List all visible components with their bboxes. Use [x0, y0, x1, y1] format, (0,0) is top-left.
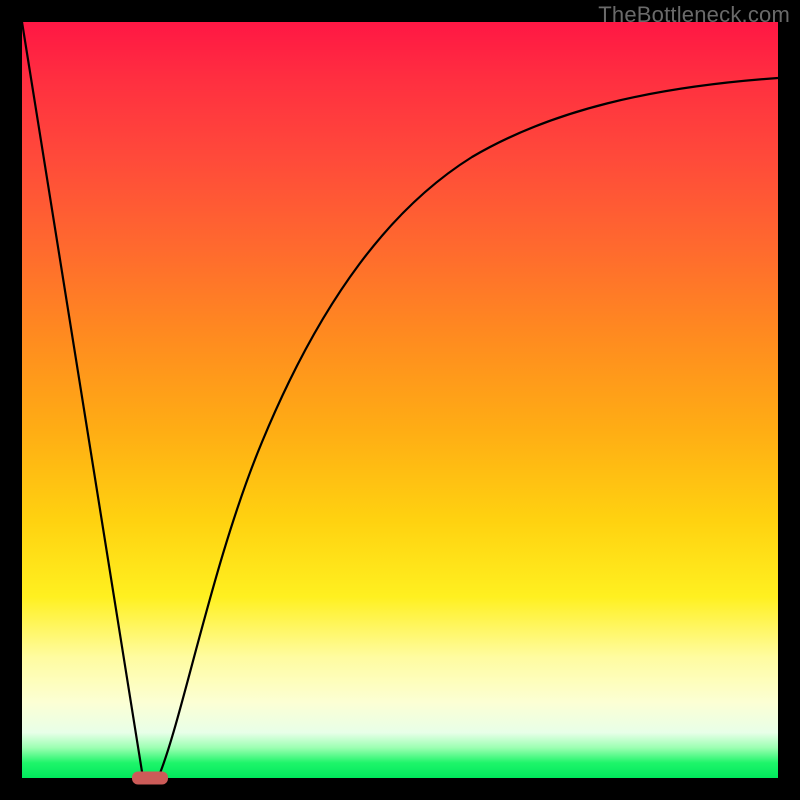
right-branch-path — [158, 78, 778, 778]
chart-curves — [22, 22, 778, 778]
chart-frame: TheBottleneck.com — [0, 0, 800, 800]
left-branch-path — [22, 22, 143, 778]
plot-area — [22, 22, 778, 778]
minimum-marker — [132, 772, 168, 785]
